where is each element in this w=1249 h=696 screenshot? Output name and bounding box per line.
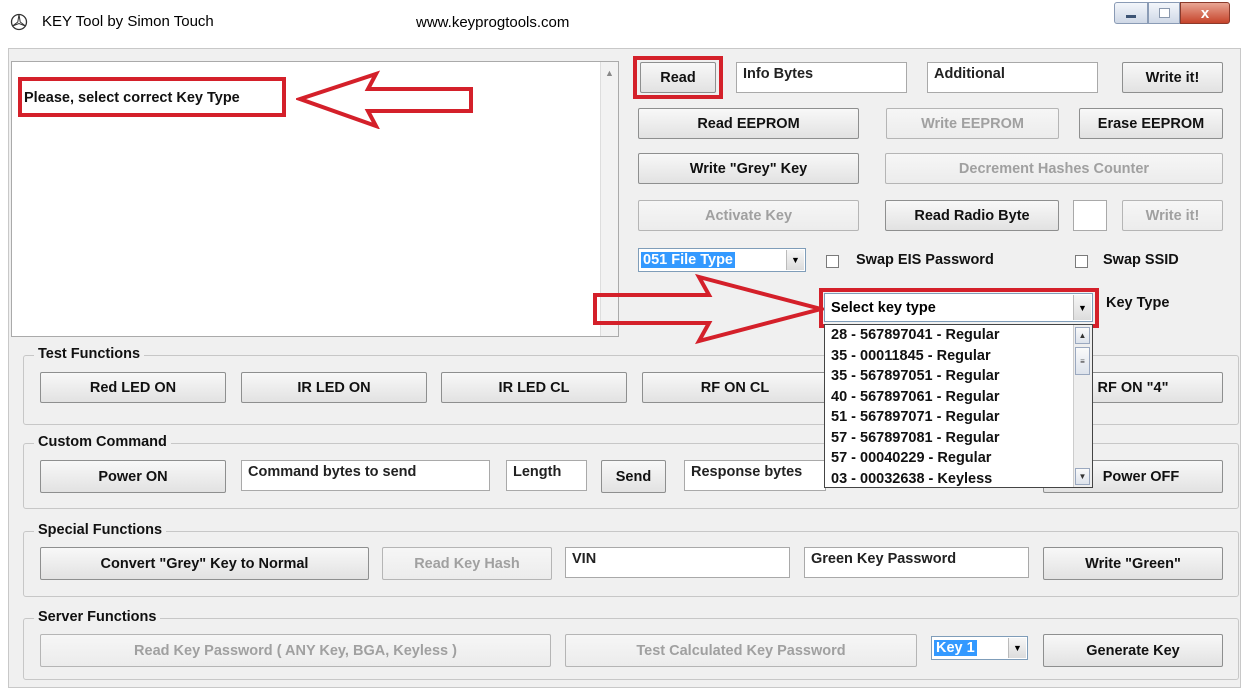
- website-url: www.keyprogtools.com: [416, 14, 570, 31]
- swap-eis-checkbox[interactable]: [826, 255, 839, 268]
- key-type-option[interactable]: 57 - 567897081 - Regular: [825, 428, 1092, 449]
- scroll-up-icon: ▲: [605, 68, 614, 78]
- main-window: Please, select correct Key Type ▲ Read I…: [8, 48, 1241, 688]
- power-on-button[interactable]: Power ON: [40, 460, 226, 493]
- length-field[interactable]: Length: [506, 460, 587, 491]
- scroll-up-icon[interactable]: ▲: [1075, 327, 1090, 344]
- write-green-button[interactable]: Write "Green": [1043, 547, 1223, 580]
- swap-eis-label: Swap EIS Password: [856, 252, 994, 268]
- file-type-select[interactable]: 051 File Type ▼: [638, 248, 806, 272]
- chevron-down-icon[interactable]: ▼: [1008, 638, 1026, 658]
- scroll-down-icon[interactable]: ▼: [1075, 468, 1090, 485]
- radio-byte-field[interactable]: [1073, 200, 1107, 231]
- special-functions-title: Special Functions: [34, 522, 167, 538]
- key-type-option[interactable]: 51 - 567897071 - Regular: [825, 407, 1092, 428]
- annotation-box-message: [18, 77, 286, 117]
- ir-led-on-button[interactable]: IR LED ON: [241, 372, 427, 403]
- key-type-option[interactable]: 35 - 567897051 - Regular: [825, 366, 1092, 387]
- test-functions-title: Test Functions: [34, 346, 145, 362]
- custom-command-title: Custom Command: [34, 434, 171, 450]
- decrement-hashes-button[interactable]: Decrement Hashes Counter: [885, 153, 1223, 184]
- dropdown-scrollbar[interactable]: ▲ ≡ ▼: [1073, 325, 1092, 487]
- server-functions-title: Server Functions: [34, 609, 161, 625]
- key-type-option[interactable]: 03 - 00032638 - Keyless: [825, 469, 1092, 490]
- rf-on-cl-button[interactable]: RF ON CL: [642, 372, 828, 403]
- additional-field[interactable]: Additional: [927, 62, 1098, 93]
- test-calculated-password-button[interactable]: Test Calculated Key Password: [565, 634, 917, 667]
- close-icon: x: [1200, 4, 1210, 22]
- key-type-option[interactable]: 40 - 567897061 - Regular: [825, 387, 1092, 408]
- key-type-option[interactable]: 57 - 00040229 - Regular: [825, 448, 1092, 469]
- minimize-button[interactable]: [1114, 2, 1148, 24]
- swap-ssid-label: Swap SSID: [1103, 252, 1179, 268]
- key-slot-value: Key 1: [934, 640, 977, 656]
- key-type-option[interactable]: 28 - 567897041 - Regular: [825, 325, 1092, 346]
- generate-key-button[interactable]: Generate Key: [1043, 634, 1223, 667]
- file-type-value: 051 File Type: [641, 252, 735, 268]
- key-type-dropdown[interactable]: 28 - 567897041 - Regular 35 - 00011845 -…: [824, 324, 1093, 488]
- response-bytes-field[interactable]: Response bytes: [684, 460, 826, 491]
- read-button[interactable]: Read: [640, 62, 716, 93]
- write-it-button-top[interactable]: Write it!: [1122, 62, 1223, 93]
- mercedes-star-icon: [10, 13, 28, 31]
- erase-eeprom-button[interactable]: Erase EEPROM: [1079, 108, 1223, 139]
- annotation-box-key-type: [819, 288, 1099, 328]
- read-key-password-button[interactable]: Read Key Password ( ANY Key, BGA, Keyles…: [40, 634, 551, 667]
- send-button[interactable]: Send: [601, 460, 666, 493]
- maximize-icon: [1158, 8, 1170, 18]
- chevron-down-icon[interactable]: ▼: [786, 250, 804, 270]
- close-button[interactable]: x: [1180, 2, 1230, 24]
- maximize-button[interactable]: [1148, 2, 1180, 24]
- minimize-icon: [1126, 15, 1136, 18]
- read-eeprom-button[interactable]: Read EEPROM: [638, 108, 859, 139]
- annotation-arrow-left-icon: [296, 70, 473, 129]
- green-key-password-field[interactable]: Green Key Password: [804, 547, 1029, 578]
- key-type-label: Key Type: [1106, 295, 1170, 311]
- scroll-thumb[interactable]: ≡: [1075, 347, 1090, 375]
- write-grey-key-button[interactable]: Write "Grey" Key: [638, 153, 859, 184]
- window-controls: x: [1114, 2, 1239, 26]
- vin-field[interactable]: VIN: [565, 547, 790, 578]
- read-radio-byte-button[interactable]: Read Radio Byte: [885, 200, 1059, 231]
- key-slot-select[interactable]: Key 1 ▼: [931, 636, 1028, 660]
- window-title: KEY Tool by Simon Touch: [42, 13, 214, 30]
- write-it-button-radio[interactable]: Write it!: [1122, 200, 1223, 231]
- annotation-arrow-right-icon: [593, 273, 827, 345]
- convert-grey-key-button[interactable]: Convert "Grey" Key to Normal: [40, 547, 369, 580]
- key-type-option[interactable]: 35 - 00011845 - Regular: [825, 346, 1092, 367]
- ir-led-cl-button[interactable]: IR LED CL: [441, 372, 627, 403]
- swap-ssid-checkbox[interactable]: [1075, 255, 1088, 268]
- command-bytes-field[interactable]: Command bytes to send: [241, 460, 490, 491]
- activate-key-button[interactable]: Activate Key: [638, 200, 859, 231]
- write-eeprom-button[interactable]: Write EEPROM: [886, 108, 1059, 139]
- red-led-on-button[interactable]: Red LED ON: [40, 372, 226, 403]
- read-key-hash-button[interactable]: Read Key Hash: [382, 547, 552, 580]
- info-bytes-field[interactable]: Info Bytes: [736, 62, 907, 93]
- title-bar: KEY Tool by Simon Touch www.keyprogtools…: [0, 0, 1249, 48]
